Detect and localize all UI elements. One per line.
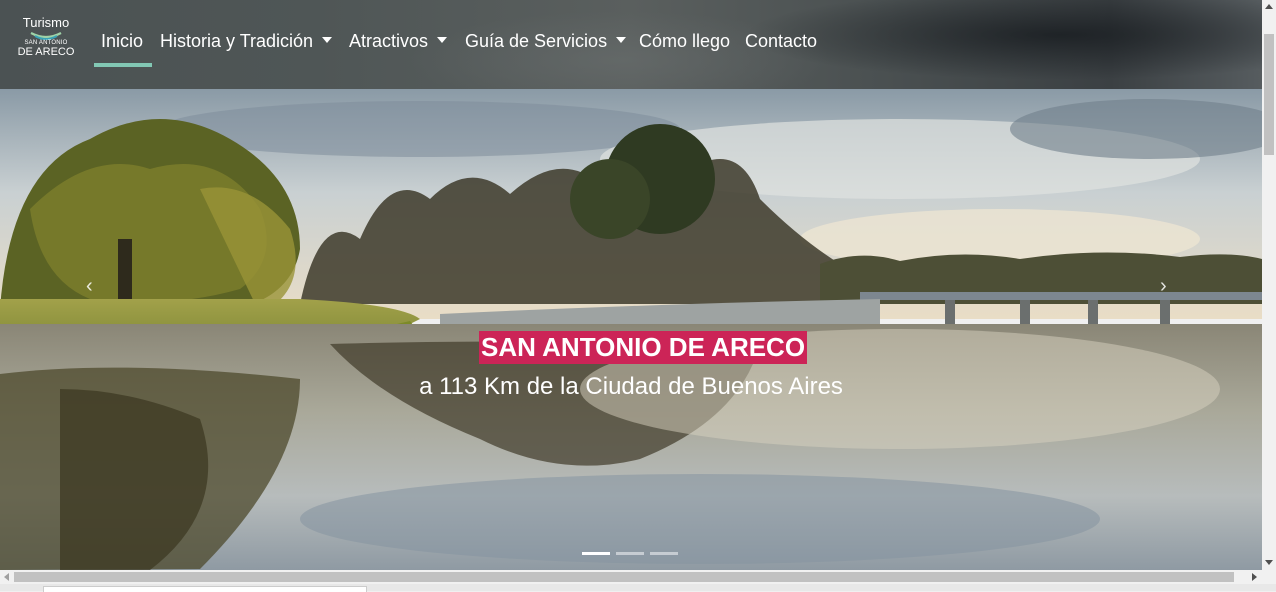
nav-item-label: Cómo llego xyxy=(639,31,731,51)
hero-carousel: SAN ANTONIO DE ARECO a 113 Km de la Ciud… xyxy=(0,89,1262,570)
scroll-down-arrow-icon[interactable] xyxy=(1265,560,1273,565)
horizontal-scrollbar[interactable] xyxy=(0,570,1276,584)
nav-item-label: Atractivos xyxy=(349,31,429,51)
brand-logo[interactable]: Turismo SAN ANTONIO DE ARECO xyxy=(16,15,76,71)
nav-item-label: Inicio xyxy=(101,31,144,51)
caret-down-icon xyxy=(616,37,627,43)
prev-glyph: ‹ xyxy=(86,275,93,297)
carousel-indicator-1[interactable] xyxy=(582,552,610,555)
brand-top-text: Turismo xyxy=(22,15,70,30)
nav-item-historia[interactable]: Historia y Tradición xyxy=(160,28,333,54)
next-glyph: › xyxy=(1160,275,1167,297)
nav-item-label: Contacto xyxy=(745,31,818,51)
hero-title: SAN ANTONIO DE ARECO xyxy=(479,331,808,364)
hero-subtitle: a 113 Km de la Ciudad de Buenos Aires xyxy=(419,373,843,400)
active-nav-indicator xyxy=(94,63,152,67)
chevron-right-icon[interactable]: › xyxy=(1160,275,1167,298)
vertical-scrollbar[interactable] xyxy=(1262,0,1276,570)
scroll-left-arrow-icon[interactable] xyxy=(4,573,9,581)
bottom-box xyxy=(43,586,367,592)
carousel-indicators xyxy=(582,551,682,557)
chevron-left-icon[interactable]: ‹ xyxy=(86,275,93,298)
carousel-indicator-3[interactable] xyxy=(650,552,678,555)
nav-item-guia-servicios[interactable]: Guía de Servicios xyxy=(465,28,627,54)
bottom-strip xyxy=(0,584,1276,592)
nav-item-label: Historia y Tradición xyxy=(160,31,314,51)
caret-down-icon xyxy=(437,37,448,43)
nav-item-atractivos[interactable]: Atractivos xyxy=(349,28,448,54)
wave-icon xyxy=(30,32,62,40)
nav-item-como-llego[interactable]: Cómo llego xyxy=(639,28,730,54)
horizontal-scroll-thumb[interactable] xyxy=(14,572,1234,582)
scroll-right-arrow-icon[interactable] xyxy=(1252,573,1257,581)
vertical-scroll-thumb[interactable] xyxy=(1264,34,1274,155)
nav-item-contacto[interactable]: Contacto xyxy=(745,28,817,54)
nav-item-inicio[interactable]: Inicio xyxy=(101,28,143,54)
scroll-up-arrow-icon[interactable] xyxy=(1265,4,1273,9)
caret-down-icon xyxy=(322,37,333,43)
hero-image xyxy=(0,89,1262,570)
nav-item-label: Guía de Servicios xyxy=(465,31,608,51)
carousel-indicator-2[interactable] xyxy=(616,552,644,555)
brand-big-text: DE ARECO xyxy=(17,46,75,58)
navbar: Turismo SAN ANTONIO DE ARECO Inicio Hist… xyxy=(0,0,1262,89)
